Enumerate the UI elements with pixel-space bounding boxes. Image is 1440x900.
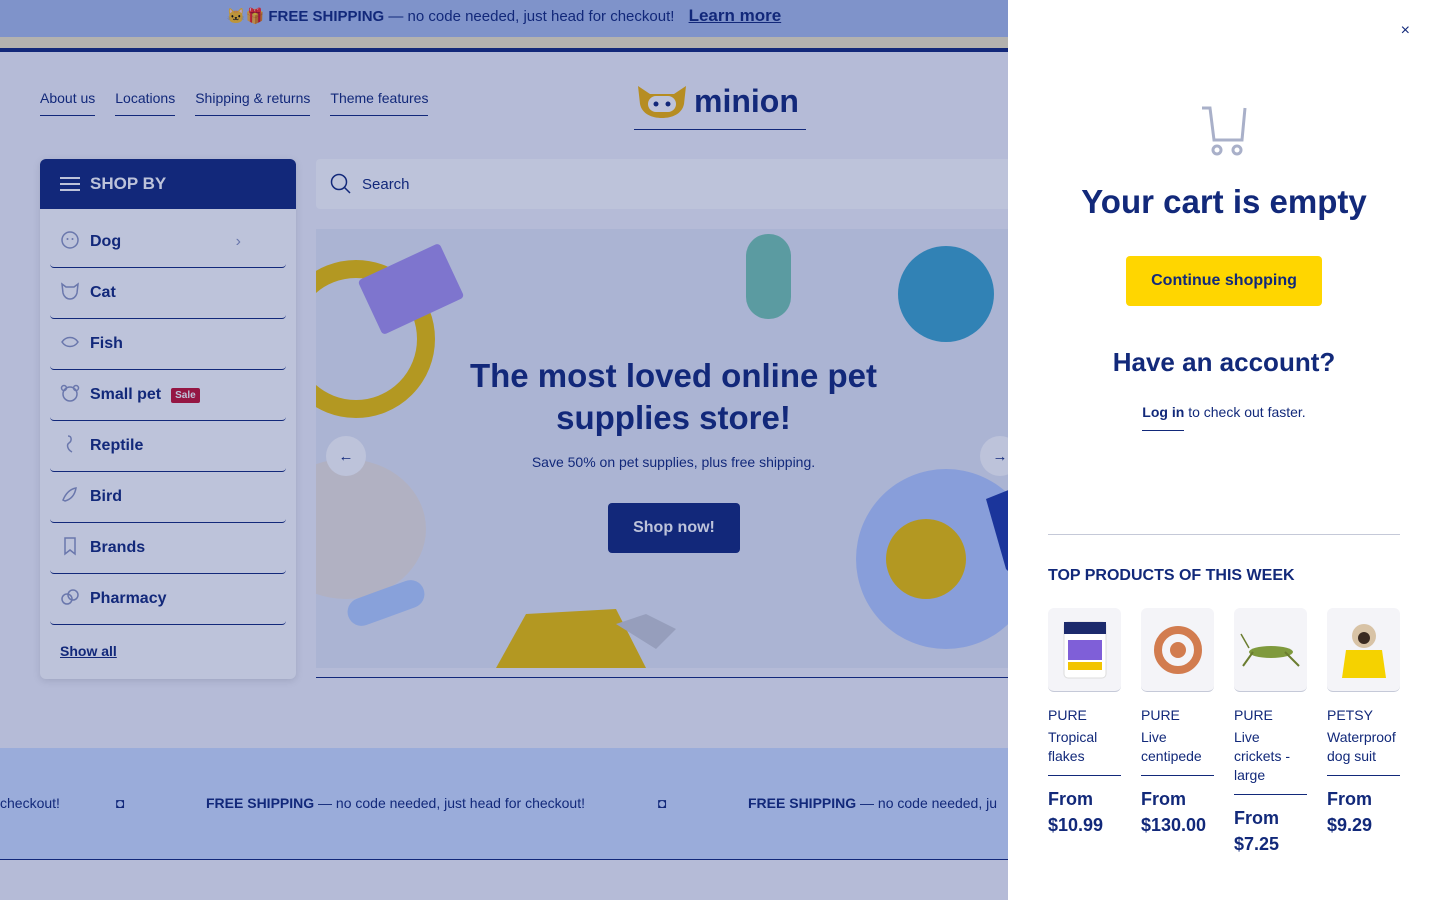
product-price: From $10.99 bbox=[1048, 789, 1104, 835]
product-card[interactable]: PETSY Waterproof dog suit From $9.29 bbox=[1327, 608, 1400, 857]
cart-drawer: × Your cart is empty Continue shopping H… bbox=[1008, 0, 1440, 900]
product-name[interactable]: Live centipede bbox=[1141, 728, 1214, 776]
product-vendor: PURE bbox=[1234, 707, 1273, 723]
product-image-live-centipede[interactable] bbox=[1141, 608, 1214, 692]
login-prompt: Log in to check out faster. bbox=[1008, 404, 1440, 431]
cart-icon bbox=[1202, 106, 1247, 156]
product-card[interactable]: PURE Live centipede From $130.00 bbox=[1141, 608, 1214, 857]
product-vendor: PETSY bbox=[1327, 707, 1373, 723]
top-products-list: PURE Tropical flakes From $10.99 PURE Li… bbox=[1048, 608, 1400, 857]
account-title: Have an account? bbox=[1112, 347, 1336, 377]
product-name[interactable]: Live crickets - large bbox=[1234, 728, 1307, 795]
drawer-divider bbox=[1048, 534, 1400, 535]
empty-cart-title: Your cart is empty bbox=[1081, 183, 1367, 220]
product-price: From $7.25 bbox=[1234, 808, 1280, 854]
product-card[interactable]: PURE Tropical flakes From $10.99 bbox=[1048, 608, 1121, 857]
product-price: From $130.00 bbox=[1141, 789, 1207, 835]
product-vendor: PURE bbox=[1048, 707, 1087, 723]
close-icon[interactable]: × bbox=[1401, 22, 1410, 40]
product-image-waterproof-dog-suit[interactable] bbox=[1327, 608, 1400, 692]
product-vendor: PURE bbox=[1141, 707, 1180, 723]
product-image-tropical-flakes[interactable] bbox=[1048, 608, 1121, 692]
product-image-live-crickets[interactable] bbox=[1234, 608, 1307, 692]
product-card[interactable]: PURE Live crickets - large From $7.25 bbox=[1234, 608, 1307, 857]
login-text: to check out faster. bbox=[1188, 404, 1306, 420]
product-name[interactable]: Tropical flakes bbox=[1048, 728, 1121, 776]
page-overlay[interactable] bbox=[0, 0, 1008, 900]
product-name[interactable]: Waterproof dog suit bbox=[1327, 728, 1400, 776]
product-price: From $9.29 bbox=[1327, 789, 1373, 835]
login-link[interactable]: Log in bbox=[1142, 404, 1185, 431]
top-products-title: TOP PRODUCTS OF THIS WEEK bbox=[1048, 567, 1295, 584]
continue-shopping-button[interactable]: Continue shopping bbox=[1126, 256, 1322, 306]
